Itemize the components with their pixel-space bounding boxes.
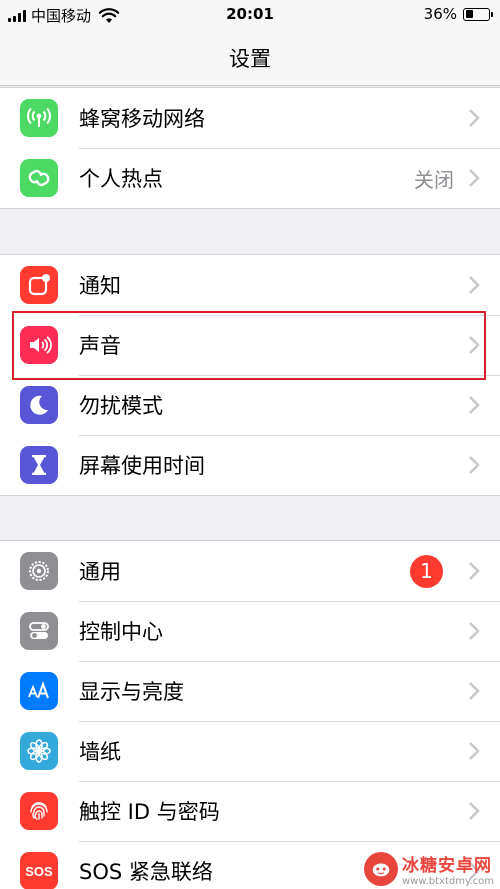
settings-group-network: 蜂窝移动网络 个人热点 关闭 (0, 87, 500, 209)
settings-row-label: 屏幕使用时间 (79, 454, 205, 478)
settings-row-notifications[interactable]: 通知 (0, 255, 500, 315)
hotspot-status-value: 关闭 (414, 167, 454, 192)
battery-fill (465, 10, 474, 18)
gear-icon (20, 552, 58, 590)
chevron-right-icon (469, 682, 480, 700)
settings-row-label: 蜂窝移动网络 (79, 107, 205, 131)
settings-row-label: SOS 紧急联络 (79, 860, 213, 884)
status-bar: 中国移动 20:01 36% (0, 0, 500, 30)
watermark: 冰糖安卓网 www.btxtdmy.com (363, 851, 494, 887)
settings-row-cellular[interactable]: 蜂窝移动网络 (0, 88, 500, 148)
sos-icon-text: SOS (25, 863, 53, 879)
sos-icon: SOS (20, 852, 58, 889)
settings-row-label: 墙纸 (79, 740, 121, 764)
chevron-right-icon (469, 562, 480, 580)
chevron-right-icon (469, 109, 480, 127)
hourglass-icon (20, 446, 58, 484)
settings-group-system: 通用 1 控制中心 显示与亮度 墙纸 触控 ID 与密码 SOS SOS 紧急联… (0, 540, 500, 889)
chevron-right-icon (469, 169, 480, 187)
page-title: 设置 (229, 47, 271, 71)
settings-row-label: 通知 (79, 274, 121, 298)
status-right: 36% (423, 5, 493, 23)
battery-icon (463, 7, 493, 21)
flower-icon (20, 732, 58, 770)
navigation-bar: 设置 (0, 30, 500, 86)
text-size-icon (20, 672, 58, 710)
moon-icon (20, 386, 58, 424)
settings-row-label: 触控 ID 与密码 (79, 800, 220, 824)
watermark-name: 冰糖安卓网 (401, 856, 492, 876)
chevron-right-icon (469, 622, 480, 640)
settings-row-control-center[interactable]: 控制中心 (0, 601, 500, 661)
notification-icon (20, 266, 58, 304)
settings-row-label: 控制中心 (79, 620, 163, 644)
settings-row-do-not-disturb[interactable]: 勿扰模式 (0, 375, 500, 435)
settings-group-alerts: 通知 声音 勿扰模式 屏幕使用时间 (0, 254, 500, 496)
chevron-right-icon (469, 802, 480, 820)
watermark-url: www.btxtdmy.com (401, 876, 494, 887)
chevron-right-icon (469, 276, 480, 294)
settings-row-wallpaper[interactable]: 墙纸 (0, 721, 500, 781)
settings-row-touch-id[interactable]: 触控 ID 与密码 (0, 781, 500, 841)
battery-percent: 36% (423, 5, 457, 23)
link-icon (20, 159, 58, 197)
settings-row-screen-time[interactable]: 屏幕使用时间 (0, 435, 500, 495)
toggles-icon (20, 612, 58, 650)
settings-row-general[interactable]: 通用 1 (0, 541, 500, 601)
update-count-badge: 1 (410, 554, 443, 588)
settings-row-label: 个人热点 (79, 167, 163, 191)
settings-row-sounds[interactable]: 声音 (0, 315, 500, 375)
settings-row-label: 通用 (79, 560, 121, 584)
settings-row-display[interactable]: 显示与亮度 (0, 661, 500, 721)
watermark-logo-icon (363, 852, 398, 886)
chevron-right-icon (469, 742, 480, 760)
speaker-icon (20, 326, 58, 364)
settings-row-label: 声音 (79, 334, 121, 358)
fingerprint-icon (20, 792, 58, 830)
settings-row-label: 显示与亮度 (79, 680, 184, 704)
chevron-right-icon (469, 336, 480, 354)
settings-row-hotspot[interactable]: 个人热点 关闭 (0, 148, 500, 208)
chevron-right-icon (469, 396, 480, 414)
settings-row-label: 勿扰模式 (79, 394, 163, 418)
antenna-icon (20, 99, 58, 137)
chevron-right-icon (469, 456, 480, 474)
watermark-text: 冰糖安卓网 www.btxtdmy.com (402, 851, 494, 887)
